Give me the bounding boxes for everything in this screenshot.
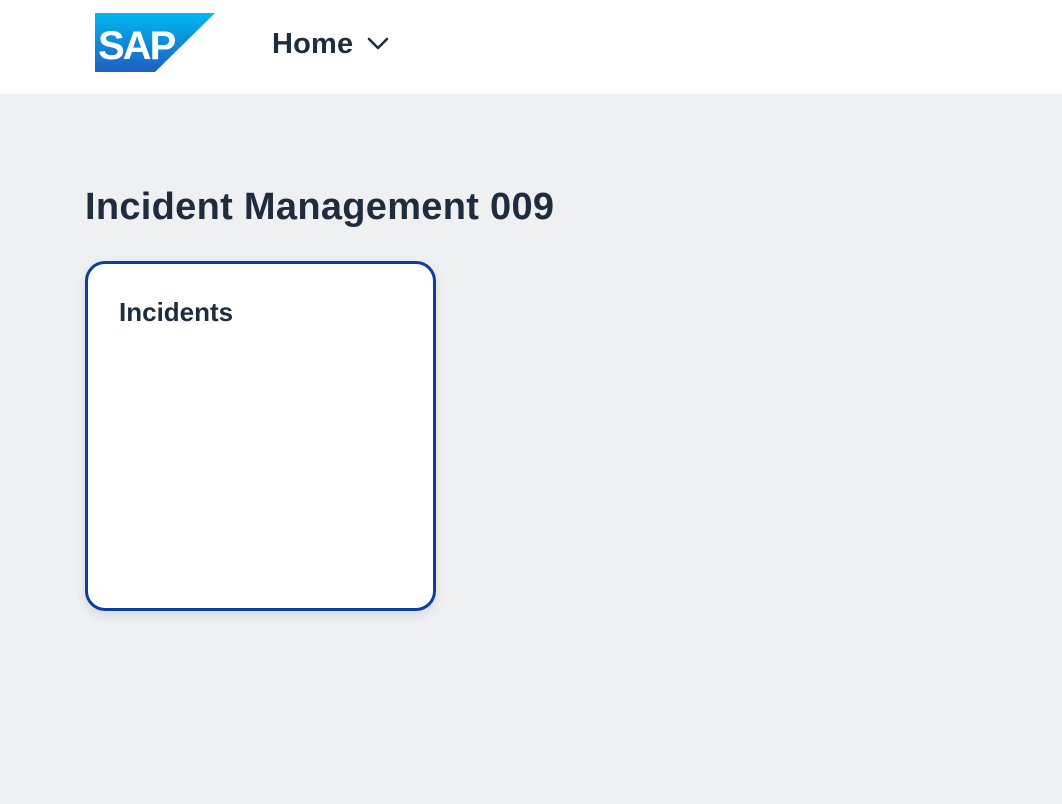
sap-logo[interactable]: SAP	[95, 13, 215, 72]
sap-logo-text: SAP	[98, 24, 176, 68]
shell-bar: SAP Home	[0, 0, 1062, 94]
tile-incidents[interactable]: Incidents	[85, 261, 436, 611]
page-title: Incident Management 009	[85, 186, 555, 228]
tile-title: Incidents	[119, 297, 234, 327]
home-menu-button[interactable]: Home	[272, 24, 389, 64]
chevron-down-icon	[367, 37, 389, 51]
launchpad-content: Incident Management 009 Incidents	[0, 94, 1062, 804]
home-label: Home	[272, 27, 354, 60]
